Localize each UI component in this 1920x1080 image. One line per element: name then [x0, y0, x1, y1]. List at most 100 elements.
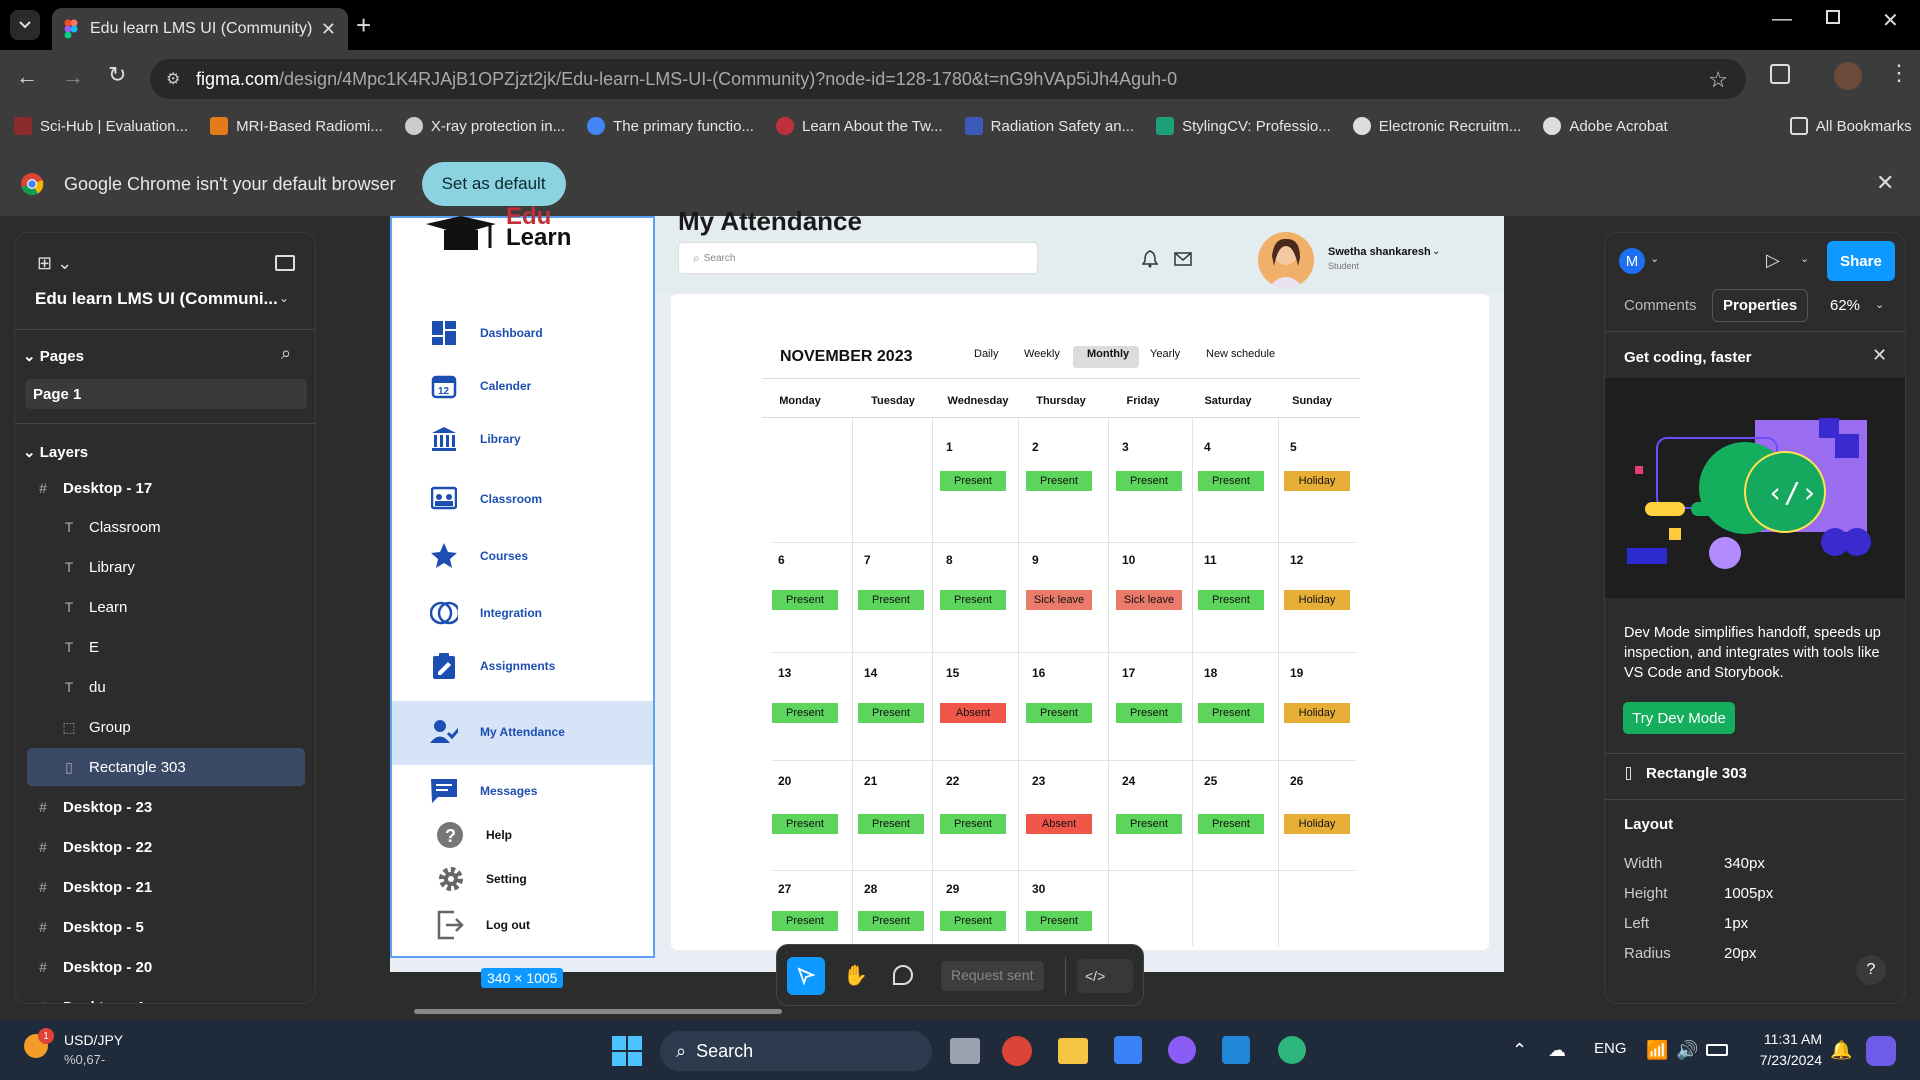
tab-search-button[interactable]: [10, 10, 40, 40]
edge-icon[interactable]: [1278, 1036, 1306, 1064]
onedrive-icon[interactable]: ☁: [1548, 1040, 1566, 1061]
prop-value[interactable]: 20px: [1724, 945, 1757, 962]
view-new-schedule[interactable]: New schedule: [1206, 348, 1275, 360]
user-name[interactable]: Swetha shankaresh: [1328, 246, 1431, 258]
bell-icon[interactable]: [1142, 250, 1158, 268]
vscode-icon[interactable]: [1222, 1036, 1250, 1064]
layer-row[interactable]: # Desktop - 21: [15, 868, 315, 906]
prop-value[interactable]: 1005px: [1724, 885, 1773, 902]
task-view-icon[interactable]: [950, 1038, 980, 1064]
nav-help[interactable]: ? Help: [436, 815, 656, 855]
nav-classroom[interactable]: Classroom: [430, 479, 650, 519]
move-tool-icon[interactable]: [787, 957, 825, 995]
search-icon[interactable]: ⌕: [281, 343, 291, 364]
layer-row[interactable]: # Desktop - 20: [15, 948, 315, 986]
site-info-icon[interactable]: ⚙: [166, 69, 180, 89]
close-icon[interactable]: ✕: [1876, 170, 1894, 196]
tab-active[interactable]: Edu learn LMS UI (Community) ✕: [52, 8, 348, 50]
store-icon[interactable]: [1114, 1036, 1142, 1064]
set-default-button[interactable]: Set as default: [421, 162, 566, 206]
bookmark-item[interactable]: Electronic Recruitm...: [1352, 117, 1521, 135]
prop-value[interactable]: 1px: [1724, 915, 1748, 932]
close-icon[interactable]: ✕: [1872, 345, 1887, 366]
sidebar-toggle-icon[interactable]: [275, 255, 295, 271]
nav-library[interactable]: Library: [430, 419, 650, 459]
windows-start-icon[interactable]: [612, 1036, 642, 1066]
chevron-down-icon[interactable]: ⌄: [1650, 252, 1659, 265]
chevron-down-icon[interactable]: ⌄: [1875, 298, 1884, 311]
layers-header[interactable]: ⌄ Layers: [23, 443, 88, 461]
tab-properties[interactable]: Properties: [1712, 289, 1809, 322]
reload-icon[interactable]: ↻: [108, 62, 126, 88]
help-icon[interactable]: ?: [1856, 955, 1886, 985]
new-tab-button[interactable]: +: [356, 10, 371, 41]
clock-time[interactable]: 11:31 AM: [1752, 1031, 1822, 1047]
forward-icon[interactable]: →: [62, 64, 84, 90]
canvas-scrollbar[interactable]: [414, 1009, 782, 1014]
view-monthly[interactable]: Monthly: [1087, 348, 1129, 360]
layer-row[interactable]: # Desktop - 17: [15, 469, 315, 507]
ticker-name[interactable]: USD/JPY: [64, 1032, 123, 1048]
chevron-down-icon[interactable]: ⌄: [1432, 246, 1440, 257]
chevron-down-icon[interactable]: ⌄: [279, 291, 289, 305]
bookmark-item[interactable]: Sci-Hub | Evaluation...: [14, 117, 188, 135]
nav-courses[interactable]: Courses: [430, 536, 650, 576]
language-indicator[interactable]: ENG: [1594, 1040, 1627, 1057]
nav-messages[interactable]: Messages: [430, 771, 650, 811]
file-name[interactable]: Edu learn LMS UI (Communi...: [35, 289, 278, 309]
play-icon[interactable]: ▷: [1766, 250, 1780, 271]
extensions-icon[interactable]: [1770, 64, 1790, 84]
layer-row[interactable]: # Desktop - 23: [15, 788, 315, 826]
restore-button[interactable]: [1826, 10, 1840, 24]
bookmark-item[interactable]: The primary functio...: [587, 117, 754, 135]
layer-row[interactable]: # Desktop - 5: [15, 908, 315, 946]
figma-menu-icon[interactable]: ⊞ ⌄: [37, 253, 72, 274]
copilot-icon[interactable]: [1866, 1036, 1896, 1066]
volume-icon[interactable]: 🔊: [1676, 1040, 1698, 1061]
request-sent-button[interactable]: Request sent: [941, 961, 1044, 991]
bookmark-item[interactable]: Adobe Acrobat: [1543, 117, 1668, 135]
all-bookmarks[interactable]: All Bookmarks: [1789, 117, 1912, 135]
bookmark-item[interactable]: X-ray protection in...: [404, 117, 565, 135]
share-button[interactable]: Share: [1827, 241, 1895, 281]
layer-row[interactable]: T Learn: [15, 588, 315, 626]
prop-value[interactable]: 340px: [1724, 855, 1765, 872]
layer-row[interactable]: ⬚ Group: [15, 708, 315, 746]
page-item-page1[interactable]: Page 1: [25, 379, 307, 409]
bookmark-star-icon[interactable]: ☆: [1708, 67, 1728, 93]
view-daily[interactable]: Daily: [974, 348, 998, 360]
minimize-button[interactable]: —: [1772, 8, 1792, 31]
view-yearly[interactable]: Yearly: [1150, 348, 1180, 360]
layer-row[interactable]: ▯ Rectangle 303: [27, 748, 305, 786]
menu-icon[interactable]: ⋮: [1888, 60, 1910, 86]
nav-assignments[interactable]: Assignments: [430, 646, 650, 686]
address-bar[interactable]: ⚙ figma.com/design/4Mpc1K4RJAjB1OPZjzt2j…: [150, 59, 1746, 99]
nav-calender[interactable]: 12 Calender: [430, 366, 650, 406]
layer-row[interactable]: T Classroom: [15, 508, 315, 546]
hand-tool-icon[interactable]: ✋: [843, 963, 868, 988]
comment-tool-icon[interactable]: [893, 965, 913, 985]
close-icon[interactable]: ✕: [321, 19, 336, 40]
tab-comments[interactable]: Comments: [1624, 297, 1697, 314]
mail-icon[interactable]: [1174, 252, 1192, 266]
bookmark-item[interactable]: MRI-Based Radiomi...: [210, 117, 383, 135]
avatar[interactable]: M: [1619, 248, 1645, 274]
bookmark-item[interactable]: StylingCV: Professio...: [1156, 117, 1331, 135]
bookmark-item[interactable]: Learn About the Tw...: [775, 117, 943, 135]
dev-mode-toggle-icon[interactable]: </>: [1077, 959, 1133, 993]
try-dev-mode-button[interactable]: Try Dev Mode: [1623, 702, 1735, 734]
avatar[interactable]: [1258, 232, 1314, 288]
github-icon[interactable]: [1168, 1036, 1196, 1064]
taskbar-search[interactable]: ⌕ Search: [660, 1031, 932, 1071]
pages-header[interactable]: ⌄ Pages: [23, 347, 84, 365]
chevron-down-icon[interactable]: ⌄: [1800, 252, 1809, 265]
view-weekly[interactable]: Weekly: [1024, 348, 1060, 360]
zoom-level[interactable]: 62%: [1830, 297, 1860, 314]
battery-icon[interactable]: [1706, 1044, 1728, 1056]
tray-chevron-icon[interactable]: ⌃: [1512, 1040, 1527, 1061]
file-explorer-icon[interactable]: [1058, 1038, 1088, 1064]
layer-row[interactable]: # Desktop - 22: [15, 828, 315, 866]
layer-row[interactable]: TE: [15, 628, 315, 666]
nav-dashboard[interactable]: Dashboard: [430, 313, 650, 353]
nav-my-attendance[interactable]: My Attendance: [430, 712, 650, 752]
